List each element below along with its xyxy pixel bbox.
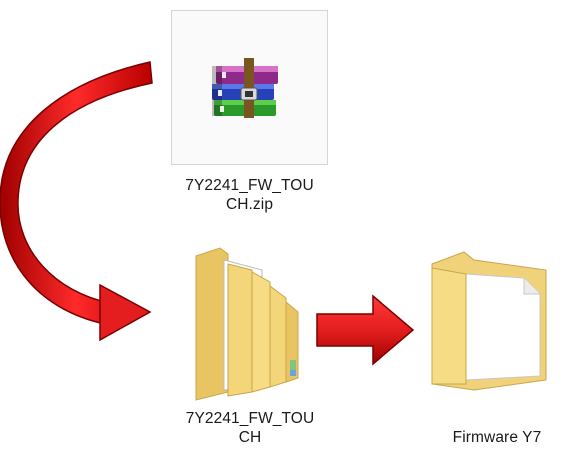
folder-with-document-icon[interactable]: [428, 244, 554, 394]
extracted-folder-name: 7Y2241_FW_TOU CH: [170, 409, 330, 447]
extracted-folder-name-line2: CH: [238, 429, 262, 446]
extracted-folder-name-line1: 7Y2241_FW_TOU: [185, 410, 315, 427]
firmware-folder-name: Firmware Y7: [432, 428, 562, 447]
right-arrow-icon: [316, 294, 415, 366]
open-folder-icon[interactable]: [190, 242, 308, 402]
firmware-folder-name-line1: Firmware Y7: [452, 429, 542, 446]
